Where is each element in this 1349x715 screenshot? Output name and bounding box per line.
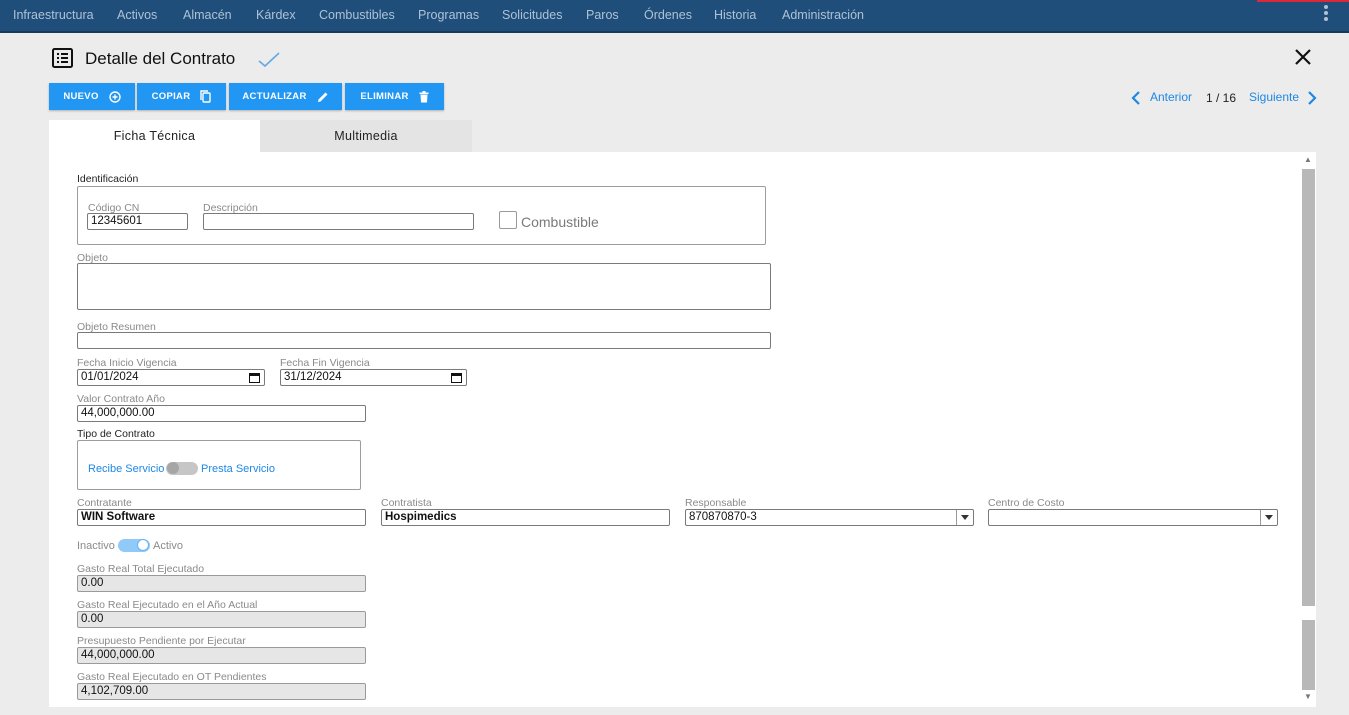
codigo-input[interactable]: 12345601 <box>87 213 188 230</box>
fecha-inicio-label: Fecha Inicio Vigencia <box>77 357 177 369</box>
calendar-icon[interactable] <box>451 372 462 385</box>
nav-item-administracion[interactable]: Administración <box>782 8 864 22</box>
activo-toggle[interactable] <box>118 539 150 552</box>
combustible-label: Combustible <box>521 214 599 230</box>
valor-label: Valor Contrato Año <box>77 393 165 405</box>
check-icon <box>258 52 280 73</box>
contratista-input[interactable]: Hospimedics <box>381 509 670 526</box>
copiar-label: COPIAR <box>151 91 191 102</box>
eliminar-label: ELIMINAR <box>360 91 409 102</box>
nav-item-infraestructura[interactable]: Infraestructura <box>13 8 94 22</box>
presta-servicio-label: Presta Servicio <box>201 463 275 475</box>
gasto-ot-field: 4,102,709.00 <box>77 683 366 700</box>
close-icon[interactable] <box>1294 48 1312 71</box>
descripcion-input[interactable] <box>203 213 474 230</box>
gasto-anio-field: 0.00 <box>77 611 366 628</box>
responsable-select[interactable]: 870870870-3 <box>685 509 974 526</box>
centro-costo-label: Centro de Costo <box>988 497 1065 509</box>
fecha-fin-input[interactable]: 31/12/2024 <box>280 369 467 386</box>
combustible-checkbox[interactable] <box>499 211 517 229</box>
nav-item-combustibles[interactable]: Combustibles <box>319 8 395 22</box>
fecha-fin-label: Fecha Fin Vigencia <box>280 357 370 369</box>
kebab-menu-icon[interactable] <box>1324 5 1329 21</box>
presupuesto-field: 44,000,000.00 <box>77 647 366 664</box>
list-detail-icon <box>52 48 73 68</box>
actualizar-label: ACTUALIZAR <box>242 91 307 102</box>
gasto-total-label: Gasto Real Total Ejecutado <box>77 563 205 575</box>
chevron-left-icon[interactable] <box>1131 91 1141 110</box>
nav-item-kardex[interactable]: Kárdex <box>256 8 296 22</box>
responsable-value: 870870870-3 <box>689 511 757 523</box>
fecha-inicio-input[interactable]: 01/01/2024 <box>77 369 265 386</box>
scroll-down-arrow-icon[interactable]: ▼ <box>1304 692 1312 701</box>
nuevo-button[interactable]: NUEVO <box>49 83 135 110</box>
page-counter: 1 / 16 <box>1206 91 1237 105</box>
tipo-contrato-toggle[interactable] <box>166 462 198 475</box>
nuevo-label: NUEVO <box>63 91 99 102</box>
calendar-icon[interactable] <box>249 372 260 385</box>
scroll-up-arrow-icon[interactable]: ▲ <box>1304 155 1312 164</box>
gasto-anio-label: Gasto Real Ejecutado en el Año Actual <box>77 599 258 611</box>
responsable-label: Responsable <box>685 497 747 509</box>
trash-icon <box>419 90 429 103</box>
centro-costo-select[interactable] <box>988 509 1278 526</box>
siguiente-link[interactable]: Siguiente <box>1249 90 1299 104</box>
actualizar-button[interactable]: ACTUALIZAR <box>229 83 342 110</box>
fecha-fin-value: 31/12/2024 <box>284 371 342 383</box>
page-title: Detalle del Contrato <box>85 49 236 68</box>
chevron-down-icon[interactable] <box>1260 510 1277 525</box>
fecha-inicio-value: 01/01/2024 <box>81 371 139 383</box>
nav-item-ordenes[interactable]: Órdenes <box>644 8 692 22</box>
nav-item-historia[interactable]: Historia <box>714 8 756 22</box>
nav-item-almacen[interactable]: Almacén <box>183 8 232 22</box>
inactivo-label: Inactivo <box>77 540 115 552</box>
tipo-contrato-label: Tipo de Contrato <box>77 428 155 440</box>
recibe-servicio-label: Recibe Servicio <box>88 463 165 475</box>
chevron-down-icon[interactable] <box>956 510 973 525</box>
valor-input[interactable]: 44,000,000.00 <box>77 405 366 422</box>
presupuesto-label: Presupuesto Pendiente por Ejecutar <box>77 635 246 647</box>
tab-ficha-tecnica[interactable]: Ficha Técnica <box>49 120 260 152</box>
copiar-button[interactable]: COPIAR <box>137 83 226 110</box>
pencil-icon <box>317 91 329 103</box>
eliminar-button[interactable]: ELIMINAR <box>345 83 444 110</box>
copy-icon <box>200 90 212 103</box>
anterior-link[interactable]: Anterior <box>1150 90 1192 104</box>
red-accent-bar <box>1257 0 1349 2</box>
nav-item-programas[interactable]: Programas <box>418 8 479 22</box>
scrollbar-thumb[interactable] <box>1302 169 1315 606</box>
chevron-right-icon[interactable] <box>1307 91 1317 110</box>
objeto-textarea[interactable] <box>77 263 771 310</box>
add-circle-icon <box>108 90 121 103</box>
activo-label: Activo <box>153 540 183 552</box>
contratante-input[interactable]: WIN Software <box>77 509 366 526</box>
gasto-total-field: 0.00 <box>77 575 366 592</box>
contratista-label: Contratista <box>381 497 432 509</box>
identificacion-label: Identificación <box>77 173 139 185</box>
contratante-label: Contratante <box>77 497 132 509</box>
scrollbar-thumb-lower[interactable] <box>1302 620 1315 690</box>
nav-item-solicitudes[interactable]: Solicitudes <box>502 8 562 22</box>
top-nav: Infraestructura Activos Almacén Kárdex C… <box>0 0 1349 33</box>
tab-multimedia[interactable]: Multimedia <box>260 120 472 152</box>
objeto-resumen-input[interactable] <box>77 332 771 349</box>
gasto-ot-label: Gasto Real Ejecutado en OT Pendientes <box>77 671 267 683</box>
nav-item-paros[interactable]: Paros <box>586 8 619 22</box>
nav-item-activos[interactable]: Activos <box>117 8 157 22</box>
